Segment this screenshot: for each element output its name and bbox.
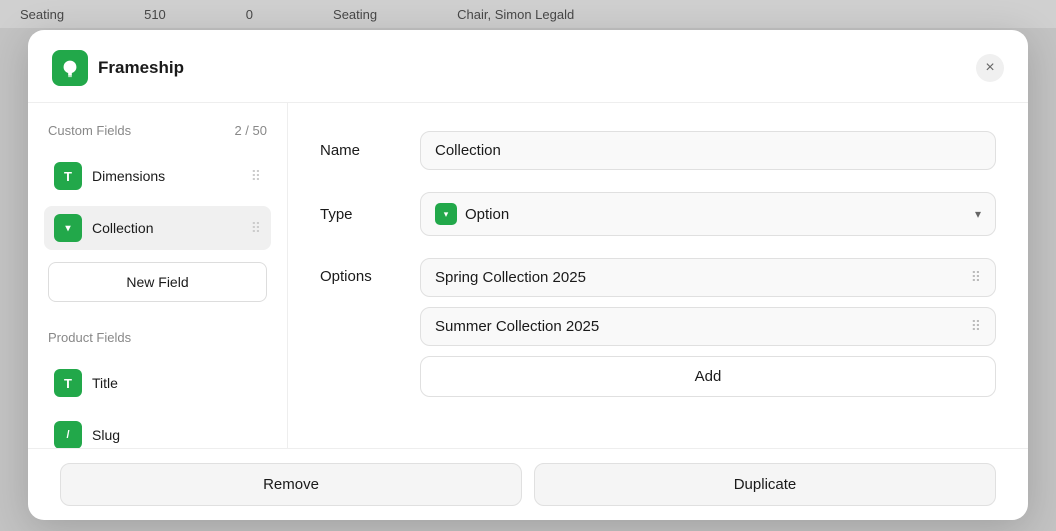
sidebar-item-slug[interactable]: / Slug — [44, 413, 271, 448]
main-content: Name Type ▾ Option ▾ Options — [288, 103, 1028, 448]
remove-button[interactable]: Remove — [60, 463, 522, 506]
product-fields-section-header: Product Fields — [44, 330, 271, 353]
close-button[interactable]: × — [976, 54, 1004, 82]
modal: Frameship × Custom Fields 2 / 50 T Dimen… — [28, 30, 1028, 520]
modal-brand: Frameship — [52, 50, 184, 86]
type-row: Type ▾ Option ▾ — [320, 192, 996, 236]
title-icon: T — [54, 369, 82, 397]
collection-icon: ▾ — [54, 214, 82, 242]
options-row: Options Spring Collection 2025 ⠿ Summer … — [320, 258, 996, 397]
type-option-icon: ▾ — [435, 203, 457, 225]
collection-drag-handle[interactable]: ⠿ — [251, 220, 261, 237]
sidebar-item-dimensions[interactable]: T Dimensions ⠿ — [44, 154, 271, 198]
type-label: Type — [320, 206, 400, 223]
dimensions-label: Dimensions — [92, 168, 241, 184]
option-spring-drag[interactable]: ⠿ — [971, 269, 981, 286]
custom-fields-section-header: Custom Fields 2 / 50 — [44, 123, 271, 146]
custom-fields-label: Custom Fields — [48, 123, 131, 138]
duplicate-button[interactable]: Duplicate — [534, 463, 996, 506]
option-spring-text: Spring Collection 2025 — [435, 269, 961, 286]
dimensions-drag-handle[interactable]: ⠿ — [251, 168, 261, 185]
type-value-label: Option — [465, 206, 967, 223]
options-list: Spring Collection 2025 ⠿ Summer Collecti… — [420, 258, 996, 397]
sidebar-item-title[interactable]: T Title — [44, 361, 271, 405]
name-row: Name — [320, 131, 996, 170]
dimensions-icon: T — [54, 162, 82, 190]
option-summer[interactable]: Summer Collection 2025 ⠿ — [420, 307, 996, 346]
option-spring[interactable]: Spring Collection 2025 ⠿ — [420, 258, 996, 297]
sidebar: Custom Fields 2 / 50 T Dimensions ⠿ ▾ Co… — [28, 103, 288, 448]
options-label: Options — [320, 258, 400, 285]
collection-label: Collection — [92, 220, 241, 236]
name-input[interactable] — [420, 131, 996, 170]
modal-body: Custom Fields 2 / 50 T Dimensions ⠿ ▾ Co… — [28, 103, 1028, 448]
chevron-down-icon: ▾ — [975, 207, 981, 221]
new-field-button[interactable]: New Field — [48, 262, 267, 302]
modal-overlay: Frameship × Custom Fields 2 / 50 T Dimen… — [0, 0, 1056, 531]
slug-icon: / — [54, 421, 82, 448]
add-option-button[interactable]: Add — [420, 356, 996, 397]
modal-footer: Remove Duplicate — [28, 448, 1028, 520]
modal-header: Frameship × — [28, 30, 1028, 103]
custom-fields-count: 2 / 50 — [234, 123, 267, 138]
type-select[interactable]: ▾ Option ▾ — [420, 192, 996, 236]
option-summer-text: Summer Collection 2025 — [435, 318, 961, 335]
title-label: Title — [92, 375, 261, 391]
sidebar-item-collection[interactable]: ▾ Collection ⠿ — [44, 206, 271, 250]
option-summer-drag[interactable]: ⠿ — [971, 318, 981, 335]
name-label: Name — [320, 142, 400, 159]
slug-label: Slug — [92, 427, 261, 443]
brand-logo — [52, 50, 88, 86]
product-fields-label: Product Fields — [48, 330, 131, 345]
brand-name: Frameship — [98, 58, 184, 78]
